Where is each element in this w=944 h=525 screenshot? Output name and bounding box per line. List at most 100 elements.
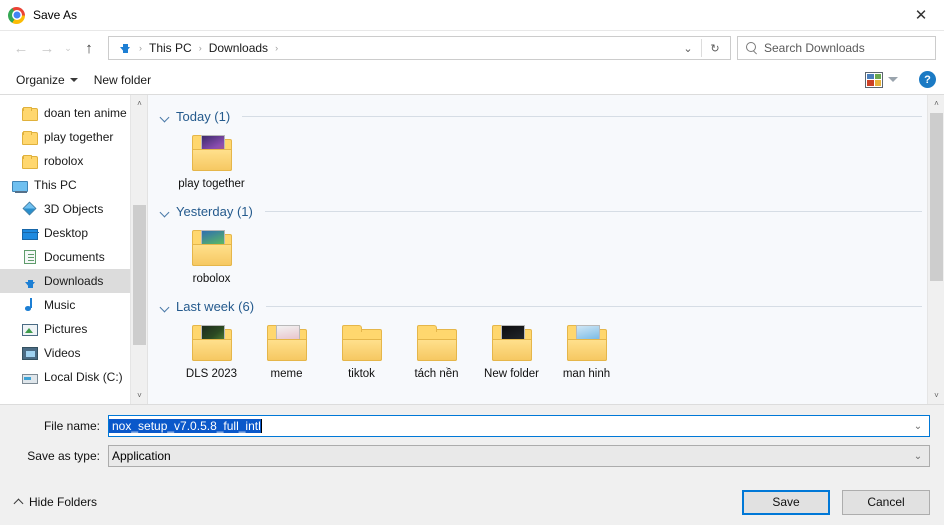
file-name: robolox <box>192 273 231 285</box>
file-tile[interactable]: tiktok <box>324 320 399 384</box>
group-header-yesterday[interactable]: Yesterday (1) <box>160 204 944 219</box>
file-name: man hinh <box>562 368 611 380</box>
navigation-pane: doan ten anime play together robolox Thi… <box>0 95 148 404</box>
chevron-down-icon[interactable]: ⌄ <box>675 37 701 59</box>
sidebar-item-robolox[interactable]: robolox <box>0 149 147 173</box>
text-caret <box>260 419 262 433</box>
window-title: Save As <box>33 8 78 22</box>
sidebar-item-downloads[interactable]: Downloads <box>0 269 147 293</box>
breadcrumb-downloads[interactable]: Downloads <box>204 39 273 57</box>
folder-icon <box>338 323 386 365</box>
scroll-down-icon[interactable]: ˅ <box>928 387 944 404</box>
sidebar-item-videos[interactable]: Videos <box>0 341 147 365</box>
file-tile[interactable]: man hinh <box>549 320 624 384</box>
dialog-footer: Hide Folders Save Cancel <box>0 479 944 525</box>
scrollbar-thumb[interactable] <box>133 205 146 345</box>
save-as-type-label: Save as type: <box>27 449 100 463</box>
documents-icon <box>22 249 38 265</box>
view-layout-icon[interactable] <box>865 71 883 88</box>
file-name: meme <box>270 368 303 380</box>
search-box[interactable]: Search Downloads <box>737 36 936 60</box>
file-tile[interactable]: robolox <box>174 225 249 289</box>
file-tile[interactable]: New folder <box>474 320 549 384</box>
chevron-down-icon <box>160 302 170 312</box>
toolbar: Organize New folder ? <box>0 65 944 95</box>
group-items-today: play together <box>160 126 944 200</box>
save-as-type-value: Application <box>112 449 171 463</box>
sidebar-item-desktop[interactable]: Desktop <box>0 221 147 245</box>
new-folder-button[interactable]: New folder <box>86 69 159 91</box>
sidebar-item-documents[interactable]: Documents <box>0 245 147 269</box>
desktop-icon <box>22 228 39 240</box>
sidebar-item-this-pc[interactable]: This PC <box>0 173 147 197</box>
breadcrumb-separator: › <box>198 43 202 53</box>
file-name-field[interactable]: nox_setup_v7.0.5.8_full_intl ⌄ <box>108 415 930 437</box>
file-name-input[interactable]: nox_setup_v7.0.5.8_full_intl <box>109 419 261 433</box>
sidebar-item-local-disk[interactable]: Local Disk (C:) <box>0 365 147 389</box>
address-bar[interactable]: › This PC › Downloads › ⌄ ↻ <box>108 36 731 60</box>
sidebar-scrollbar[interactable]: ˄ ˅ <box>130 95 147 404</box>
forward-icon[interactable]: → <box>34 35 60 61</box>
sidebar-item-play-together[interactable]: play together <box>0 125 147 149</box>
save-as-dialog: Save As ✕ ← → ⌄ ↑ › This PC › Downloads … <box>0 0 944 525</box>
form-area: File name: nox_setup_v7.0.5.8_full_intl … <box>0 405 944 479</box>
sidebar-item-label: robolox <box>44 154 84 168</box>
this-pc-icon <box>12 180 28 193</box>
navigation-bar: ← → ⌄ ↑ › This PC › Downloads › ⌄ ↻ Sear… <box>0 31 944 65</box>
back-icon[interactable]: ← <box>8 35 34 61</box>
recent-locations-icon[interactable]: ⌄ <box>60 35 76 61</box>
sidebar-item-doan-ten-anime[interactable]: doan ten anime <box>0 101 147 125</box>
group-header-last-week[interactable]: Last week (6) <box>160 299 944 314</box>
folder-preview-icon <box>188 228 236 270</box>
chevron-down-icon[interactable]: ⌄ <box>907 446 929 466</box>
sidebar-item-3d-objects[interactable]: 3D Objects <box>0 197 147 221</box>
close-icon[interactable]: ✕ <box>898 0 944 31</box>
breadcrumb-this-pc[interactable]: This PC <box>144 39 197 57</box>
file-tile[interactable]: DLS 2023 <box>174 320 249 384</box>
videos-icon <box>22 347 38 360</box>
scroll-down-icon[interactable]: ˅ <box>131 387 147 404</box>
downloads-icon <box>22 273 38 289</box>
folder-icon <box>413 323 461 365</box>
folder-preview-icon <box>188 323 236 365</box>
sidebar-item-label: doan ten anime <box>44 106 127 120</box>
scroll-up-icon[interactable]: ˄ <box>928 95 944 112</box>
up-one-level-icon[interactable]: ↑ <box>76 35 102 61</box>
group-header-today[interactable]: Today (1) <box>160 109 944 124</box>
divider <box>264 211 922 212</box>
search-input[interactable]: Search Downloads <box>764 41 865 55</box>
save-button[interactable]: Save <box>742 489 830 515</box>
file-tile[interactable]: meme <box>249 320 324 384</box>
file-name: DLS 2023 <box>185 368 238 380</box>
file-name: play together <box>178 178 245 190</box>
scroll-up-icon[interactable]: ˄ <box>131 95 147 112</box>
cancel-button[interactable]: Cancel <box>842 489 930 515</box>
organize-button[interactable]: Organize <box>8 69 86 91</box>
sidebar-item-label: play together <box>44 130 114 144</box>
local-disk-icon <box>22 374 38 384</box>
file-tile[interactable]: tách nền <box>399 320 474 384</box>
pictures-icon <box>22 324 38 336</box>
hide-folders-button[interactable]: Hide Folders <box>14 495 97 509</box>
chevron-down-icon <box>160 112 170 122</box>
help-icon[interactable]: ? <box>919 71 936 88</box>
save-as-type-row: Save as type: Application ⌄ <box>14 443 930 469</box>
chevron-down-icon[interactable]: ⌄ <box>907 416 929 436</box>
file-pane-scrollbar[interactable]: ˄ ˅ <box>927 95 944 404</box>
chevron-down-icon[interactable] <box>885 77 901 82</box>
divider <box>242 116 922 117</box>
dialog-body: doan ten anime play together robolox Thi… <box>0 95 944 405</box>
sidebar-item-music[interactable]: Music <box>0 293 147 317</box>
sidebar-item-pictures[interactable]: Pictures <box>0 317 147 341</box>
scrollbar-thumb[interactable] <box>930 113 943 281</box>
file-tile[interactable]: play together <box>174 130 249 194</box>
folder-preview-icon <box>263 323 311 365</box>
save-as-type-select[interactable]: Application ⌄ <box>108 445 930 467</box>
new-folder-label: New folder <box>93 72 152 87</box>
file-list-pane[interactable]: Today (1) play together Yesterday (1) ro… <box>148 95 944 404</box>
folder-preview-icon <box>188 133 236 175</box>
group-items-yesterday: robolox <box>160 221 944 295</box>
title-bar: Save As ✕ <box>0 0 944 31</box>
sidebar-item-label: Documents <box>44 250 105 264</box>
refresh-icon[interactable]: ↻ <box>702 37 728 59</box>
